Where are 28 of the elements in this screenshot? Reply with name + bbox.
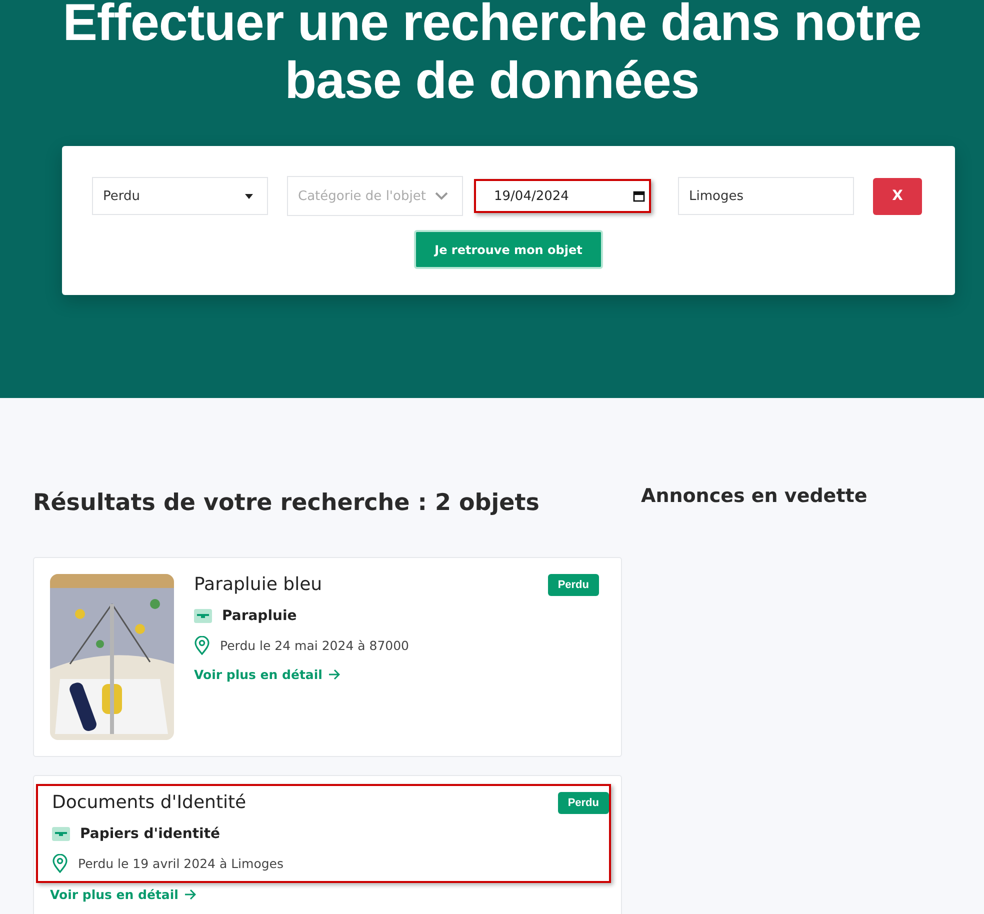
page-title: Effectuer une recherche dans notre base de données (62, 0, 922, 110)
item-category: Papiers d'identité (80, 826, 220, 842)
location-pin-icon (52, 854, 68, 873)
status-badge: Perdu (558, 792, 609, 814)
type-select[interactable]: Perdu (92, 177, 268, 215)
chevron-down-icon (435, 192, 448, 200)
results-heading: Résultats de votre recherche : 2 objets (33, 489, 540, 518)
city-field[interactable]: Limoges (678, 177, 854, 215)
card-icon (52, 827, 70, 841)
item-title: Parapluie bleu (194, 574, 322, 596)
search-button[interactable]: Je retrouve mon objet (414, 230, 604, 269)
date-field[interactable]: 19/04/2024 (476, 181, 649, 211)
item-category: Parapluie (222, 608, 297, 624)
featured-heading: Annonces en vedette (641, 484, 868, 509)
category-select[interactable]: Catégorie de l'objet (287, 176, 463, 216)
item-location: Perdu le 19 avril 2024 à Limoges (78, 856, 284, 871)
dropdown-arrow-icon (245, 194, 253, 198)
location-pin-icon (194, 636, 210, 655)
item-location: Perdu le 24 mai 2024 à 87000 (220, 638, 410, 653)
clear-button[interactable]: X (873, 178, 922, 214)
calendar-icon (633, 190, 645, 202)
card-icon (194, 609, 212, 623)
arrow-right-icon (328, 669, 340, 680)
arrow-right-icon (184, 889, 196, 900)
status-badge: Perdu (548, 574, 599, 596)
item-title: Documents d'Identité (52, 792, 246, 814)
details-link[interactable]: Voir plus en détail (194, 667, 340, 682)
details-link[interactable]: Voir plus en détail (50, 887, 196, 902)
